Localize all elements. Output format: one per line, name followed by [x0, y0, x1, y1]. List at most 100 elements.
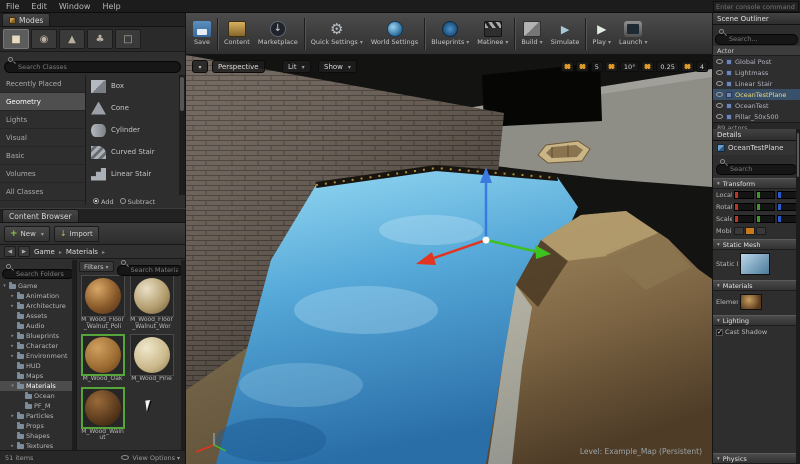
asset-m-wood-pine[interactable]: M_Wood_Pine	[129, 334, 174, 383]
menu-file[interactable]: File	[0, 2, 25, 11]
content-browser-tab[interactable]: Content Browser	[2, 209, 79, 222]
tree-item-game[interactable]: Game	[0, 281, 76, 291]
details-search-input[interactable]	[716, 163, 797, 175]
gizmo-origin[interactable]	[482, 236, 490, 244]
launch-button[interactable]: Launch	[615, 15, 652, 53]
category-lights[interactable]: Lights	[0, 111, 85, 129]
view-options-button[interactable]: View Options	[121, 454, 180, 462]
tree-item-hud[interactable]: HUD	[0, 361, 76, 371]
visibility-eye-icon[interactable]	[716, 59, 723, 64]
menu-help[interactable]: Help	[96, 2, 126, 11]
viewport-options-button[interactable]	[192, 60, 208, 73]
scene-outliner-header[interactable]: Scene Outliner	[713, 13, 800, 25]
static-mesh-thumbnail[interactable]	[740, 253, 770, 275]
tree-item-particles[interactable]: Particles	[0, 411, 76, 421]
viewport[interactable]: Perspective Lit Show 5 10° 0.25 4 Level:…	[186, 55, 712, 464]
rotation-snap-toggle[interactable]	[604, 61, 618, 72]
add-radio[interactable]: Add	[93, 197, 114, 206]
outliner-row-oceantestplane[interactable]: OceanTestPlane	[713, 89, 800, 100]
build-button[interactable]: Build	[517, 15, 546, 53]
tree-item-environment[interactable]: Environment	[0, 351, 76, 361]
tree-item-materials[interactable]: Materials	[0, 381, 76, 391]
material-thumbnail[interactable]	[740, 294, 762, 310]
category-basic[interactable]: Basic	[0, 147, 85, 165]
visibility-eye-icon[interactable]	[716, 70, 723, 75]
forward-button[interactable]	[18, 246, 30, 257]
asset-m-wood-floor-walnut-worn[interactable]: M_Wood_Floor_Walnut_Wor	[129, 275, 174, 330]
static-mesh-section-header[interactable]: Static Mesh	[713, 239, 800, 250]
tree-item-animation[interactable]: Animation	[0, 291, 76, 301]
simulate-button[interactable]: Simulate	[547, 15, 584, 53]
asset-m-wood-walnut[interactable]: M_Wood_Walnut	[80, 386, 125, 442]
breadcrumb-materials[interactable]: Materials	[64, 248, 100, 256]
rotation-y-field[interactable]	[755, 203, 776, 211]
asset-scrollbar[interactable]	[181, 260, 185, 450]
outliner-search-input[interactable]	[715, 33, 798, 45]
physics-section-header[interactable]: Physics	[713, 453, 800, 464]
modes-scrollbar[interactable]	[179, 75, 185, 205]
menu-window[interactable]: Window	[53, 2, 97, 11]
rotation-z-field[interactable]	[777, 203, 798, 211]
materials-section-header[interactable]: Materials	[713, 280, 800, 291]
tree-item-audio[interactable]: Audio	[0, 321, 76, 331]
tree-item-assets[interactable]: Assets	[0, 311, 76, 321]
visibility-eye-icon[interactable]	[716, 114, 723, 119]
mobility-static-button[interactable]	[734, 227, 744, 235]
blueprints-button[interactable]: Blueprints	[427, 15, 473, 53]
menu-edit[interactable]: Edit	[25, 2, 53, 11]
location-y-field[interactable]	[755, 191, 776, 199]
tree-item-maps[interactable]: Maps	[0, 371, 76, 381]
show-button[interactable]: Show	[318, 60, 357, 73]
asset-m-wood-floor-walnut-polished[interactable]: M_Wood_Floor_Walnut_Poli	[80, 275, 125, 330]
tree-item-blueprints[interactable]: Blueprints	[0, 331, 76, 341]
location-x-field[interactable]	[734, 191, 754, 199]
import-button[interactable]: Import	[53, 225, 99, 242]
scale-snap-value[interactable]: 0.25	[656, 61, 679, 72]
tree-item-shapes[interactable]: Shapes	[0, 431, 76, 441]
visibility-eye-icon[interactable]	[716, 92, 723, 97]
scale-x-field[interactable]	[734, 215, 754, 223]
visibility-eye-icon[interactable]	[716, 81, 723, 86]
transform-section-header[interactable]: Transform	[713, 178, 800, 189]
visibility-eye-icon[interactable]	[716, 103, 723, 108]
landscape-mode-button[interactable]: ▲	[59, 29, 85, 49]
quick-settings-button[interactable]: Quick Settings	[307, 15, 367, 53]
category-visual[interactable]: Visual	[0, 129, 85, 147]
play-button[interactable]: Play	[588, 15, 615, 53]
category-recently-placed[interactable]: Recently Placed	[0, 75, 85, 93]
tree-item-textures[interactable]: Textures	[0, 441, 76, 450]
matinee-button[interactable]: Matinee	[473, 15, 512, 53]
tree-scrollbar[interactable]	[72, 260, 76, 450]
category-all-classes[interactable]: All Classes	[0, 183, 85, 201]
mobility-stationary-button[interactable]	[745, 227, 755, 235]
scale-y-field[interactable]	[755, 215, 776, 223]
asset-m-wood-oak[interactable]: M_Wood_Oak	[80, 334, 125, 383]
placeable-cylinder[interactable]: Cylinder	[86, 119, 185, 141]
camera-speed-button[interactable]	[680, 61, 694, 72]
modes-tab[interactable]: Modes	[2, 13, 51, 26]
location-z-field[interactable]	[777, 191, 798, 199]
tree-item-ocean[interactable]: Ocean	[0, 391, 76, 401]
console-command-input[interactable]	[713, 1, 799, 12]
lit-button[interactable]: Lit	[282, 60, 311, 73]
tree-item-props[interactable]: Props	[0, 421, 76, 431]
paint-mode-button[interactable]: ◉	[31, 29, 57, 49]
outliner-row-pillar[interactable]: Pillar_50x500	[713, 111, 800, 122]
modes-search-input[interactable]	[4, 61, 181, 73]
grid-snap-toggle[interactable]	[575, 61, 589, 72]
placeable-cone[interactable]: Cone	[86, 97, 185, 119]
subtract-radio[interactable]: Subtract	[119, 197, 155, 206]
placeable-linear-stair[interactable]: Linear Stair	[86, 163, 185, 185]
scale-snap-toggle[interactable]	[641, 61, 655, 72]
scale-z-field[interactable]	[777, 215, 798, 223]
mobility-movable-button[interactable]	[756, 227, 766, 235]
foliage-mode-button[interactable]: ♣	[87, 29, 113, 49]
placeable-box[interactable]: Box	[86, 75, 185, 97]
outliner-row-linear-stair[interactable]: Linear Stair	[713, 78, 800, 89]
new-asset-button[interactable]: New	[4, 225, 50, 242]
lighting-section-header[interactable]: Lighting	[713, 315, 800, 326]
tree-item-pf-m[interactable]: PF_M	[0, 401, 76, 411]
details-header[interactable]: Details	[713, 129, 800, 141]
breadcrumb-game[interactable]: Game	[32, 248, 57, 256]
category-volumes[interactable]: Volumes	[0, 165, 85, 183]
